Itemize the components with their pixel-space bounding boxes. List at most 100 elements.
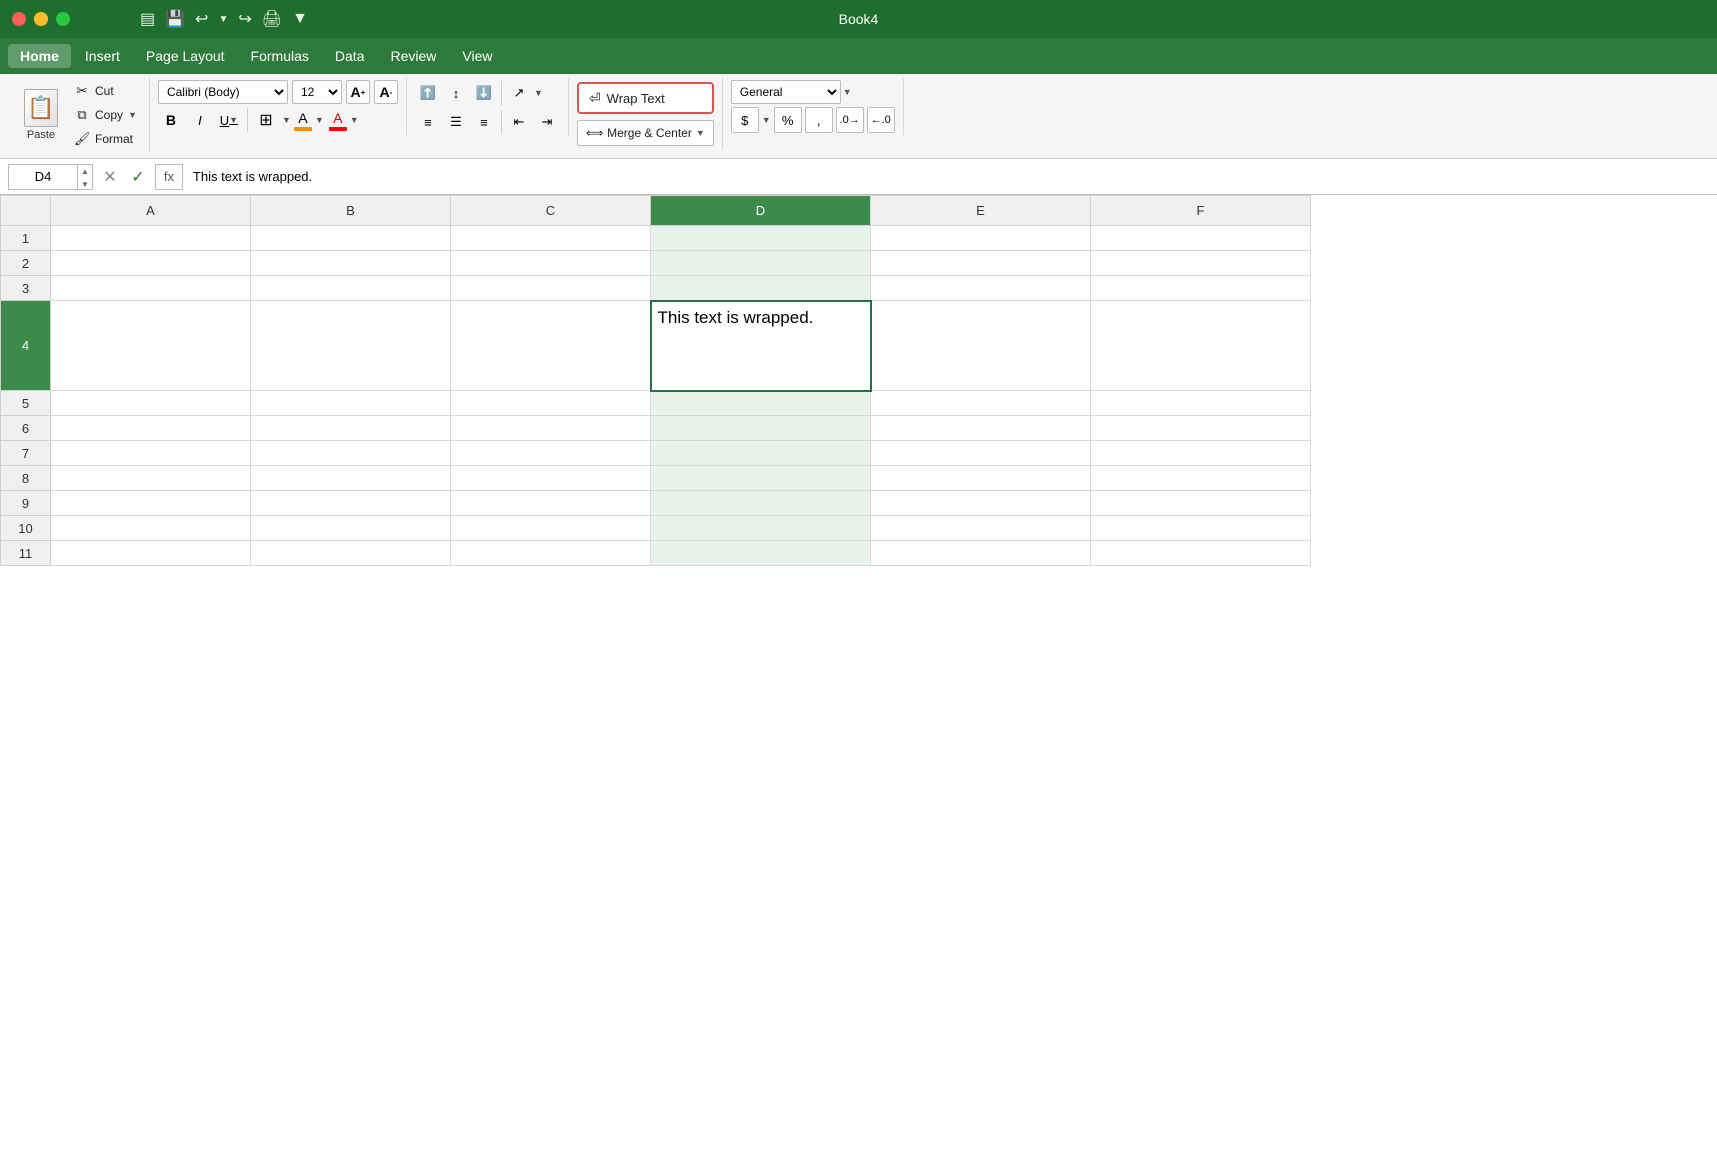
cell-d4[interactable]: This text is wrapped. — [651, 301, 871, 391]
sidebar-icon[interactable]: ▤ — [140, 9, 155, 29]
text-direction-button[interactable]: ↗ — [506, 80, 532, 106]
cell-d8[interactable] — [651, 466, 871, 491]
cell-e4[interactable] — [871, 301, 1091, 391]
cell-a8[interactable] — [51, 466, 251, 491]
cell-reference-box[interactable]: D4 — [8, 164, 78, 190]
merge-center-button[interactable]: ⟺ Merge & Center ▼ — [577, 120, 714, 146]
row-header-1[interactable]: 1 — [1, 226, 51, 251]
minimize-button[interactable] — [34, 12, 48, 26]
cell-c11[interactable] — [451, 541, 651, 566]
cell-c8[interactable] — [451, 466, 651, 491]
cell-f3[interactable] — [1091, 276, 1311, 301]
font-size-select[interactable]: 12 — [292, 80, 342, 104]
cell-b2[interactable] — [251, 251, 451, 276]
cell-b1[interactable] — [251, 226, 451, 251]
menu-view[interactable]: View — [450, 44, 504, 68]
cut-button[interactable]: ✂ Cut — [70, 80, 141, 102]
comma-button[interactable]: , — [805, 107, 833, 133]
font-size-increase-button[interactable]: A+ — [346, 80, 370, 104]
fx-button[interactable]: fx — [155, 164, 183, 190]
cell-d7[interactable] — [651, 441, 871, 466]
cell-a9[interactable] — [51, 491, 251, 516]
bold-button[interactable]: B — [158, 107, 184, 133]
fill-color-button[interactable]: A — [294, 110, 312, 131]
percent-button[interactable]: % — [774, 107, 802, 133]
cell-f1[interactable] — [1091, 226, 1311, 251]
row-header-8[interactable]: 8 — [1, 466, 51, 491]
col-header-c[interactable]: C — [451, 196, 651, 226]
cell-d1[interactable] — [651, 226, 871, 251]
cell-d3[interactable] — [651, 276, 871, 301]
cell-b8[interactable] — [251, 466, 451, 491]
cell-f7[interactable] — [1091, 441, 1311, 466]
cell-d9[interactable] — [651, 491, 871, 516]
col-header-d[interactable]: D — [651, 196, 871, 226]
cell-c5[interactable] — [451, 391, 651, 416]
currency-dropdown-icon[interactable]: ▼ — [762, 115, 771, 125]
cell-c9[interactable] — [451, 491, 651, 516]
cell-e1[interactable] — [871, 226, 1091, 251]
cell-e6[interactable] — [871, 416, 1091, 441]
wrap-text-button[interactable]: ⏎ Wrap Text — [577, 82, 714, 114]
number-format-select[interactable]: General — [731, 80, 841, 104]
cell-a4[interactable] — [51, 301, 251, 391]
decrease-decimal-button[interactable]: ←.0 — [867, 107, 895, 133]
print-icon[interactable]: 🖨 — [262, 9, 282, 29]
cell-c10[interactable] — [451, 516, 651, 541]
cell-f4[interactable] — [1091, 301, 1311, 391]
cell-e11[interactable] — [871, 541, 1091, 566]
row-header-6[interactable]: 6 — [1, 416, 51, 441]
cell-a6[interactable] — [51, 416, 251, 441]
cell-a11[interactable] — [51, 541, 251, 566]
formula-cancel-button[interactable]: ✕ — [99, 166, 121, 188]
row-header-11[interactable]: 11 — [1, 541, 51, 566]
cell-f5[interactable] — [1091, 391, 1311, 416]
cell-b11[interactable] — [251, 541, 451, 566]
formula-input[interactable] — [189, 167, 1709, 186]
align-right-button[interactable]: ≡ — [471, 109, 497, 135]
cell-e5[interactable] — [871, 391, 1091, 416]
cell-c6[interactable] — [451, 416, 651, 441]
cell-d6[interactable] — [651, 416, 871, 441]
menu-page-layout[interactable]: Page Layout — [134, 44, 237, 68]
row-header-5[interactable]: 5 — [1, 391, 51, 416]
cell-d5[interactable] — [651, 391, 871, 416]
cell-b6[interactable] — [251, 416, 451, 441]
align-bottom-button[interactable]: ⬇️ — [471, 80, 497, 106]
increase-indent-button[interactable]: ⇥ — [534, 109, 560, 135]
row-header-4[interactable]: 4 — [1, 301, 51, 391]
italic-button[interactable]: I — [187, 107, 213, 133]
font-size-decrease-button[interactable]: A- — [374, 80, 398, 104]
align-left-button[interactable]: ≡ — [415, 109, 441, 135]
decrease-indent-button[interactable]: ⇤ — [506, 109, 532, 135]
cell-b3[interactable] — [251, 276, 451, 301]
redo-icon[interactable]: ↪ — [238, 9, 251, 29]
underline-dropdown-icon[interactable]: ▼ — [229, 115, 238, 125]
cell-ref-up-arrow[interactable]: ▲ — [78, 165, 92, 178]
cell-f2[interactable] — [1091, 251, 1311, 276]
undo-dropdown-icon[interactable]: ▼ — [218, 14, 228, 25]
increase-decimal-button[interactable]: .0→ — [836, 107, 864, 133]
cell-b5[interactable] — [251, 391, 451, 416]
undo-icon[interactable]: ↩ — [195, 9, 208, 29]
font-color-button[interactable]: A — [329, 110, 347, 131]
align-middle-button[interactable]: ↕ — [443, 80, 469, 106]
cell-d10[interactable] — [651, 516, 871, 541]
cell-d11[interactable] — [651, 541, 871, 566]
cell-ref-arrows[interactable]: ▲ ▼ — [78, 164, 93, 190]
cell-c4[interactable] — [451, 301, 651, 391]
cell-d2[interactable] — [651, 251, 871, 276]
row-header-10[interactable]: 10 — [1, 516, 51, 541]
borders-button[interactable]: ⊞ — [253, 107, 279, 133]
cell-c3[interactable] — [451, 276, 651, 301]
cell-b9[interactable] — [251, 491, 451, 516]
menu-data[interactable]: Data — [323, 44, 377, 68]
cell-b4[interactable] — [251, 301, 451, 391]
cell-f6[interactable] — [1091, 416, 1311, 441]
cell-f8[interactable] — [1091, 466, 1311, 491]
save-icon[interactable]: 💾 — [165, 9, 185, 29]
menu-insert[interactable]: Insert — [73, 44, 132, 68]
merge-dropdown-icon[interactable]: ▼ — [696, 128, 705, 138]
spreadsheet-container[interactable]: A B C D E F 1 2 — [0, 195, 1717, 1155]
cell-f9[interactable] — [1091, 491, 1311, 516]
